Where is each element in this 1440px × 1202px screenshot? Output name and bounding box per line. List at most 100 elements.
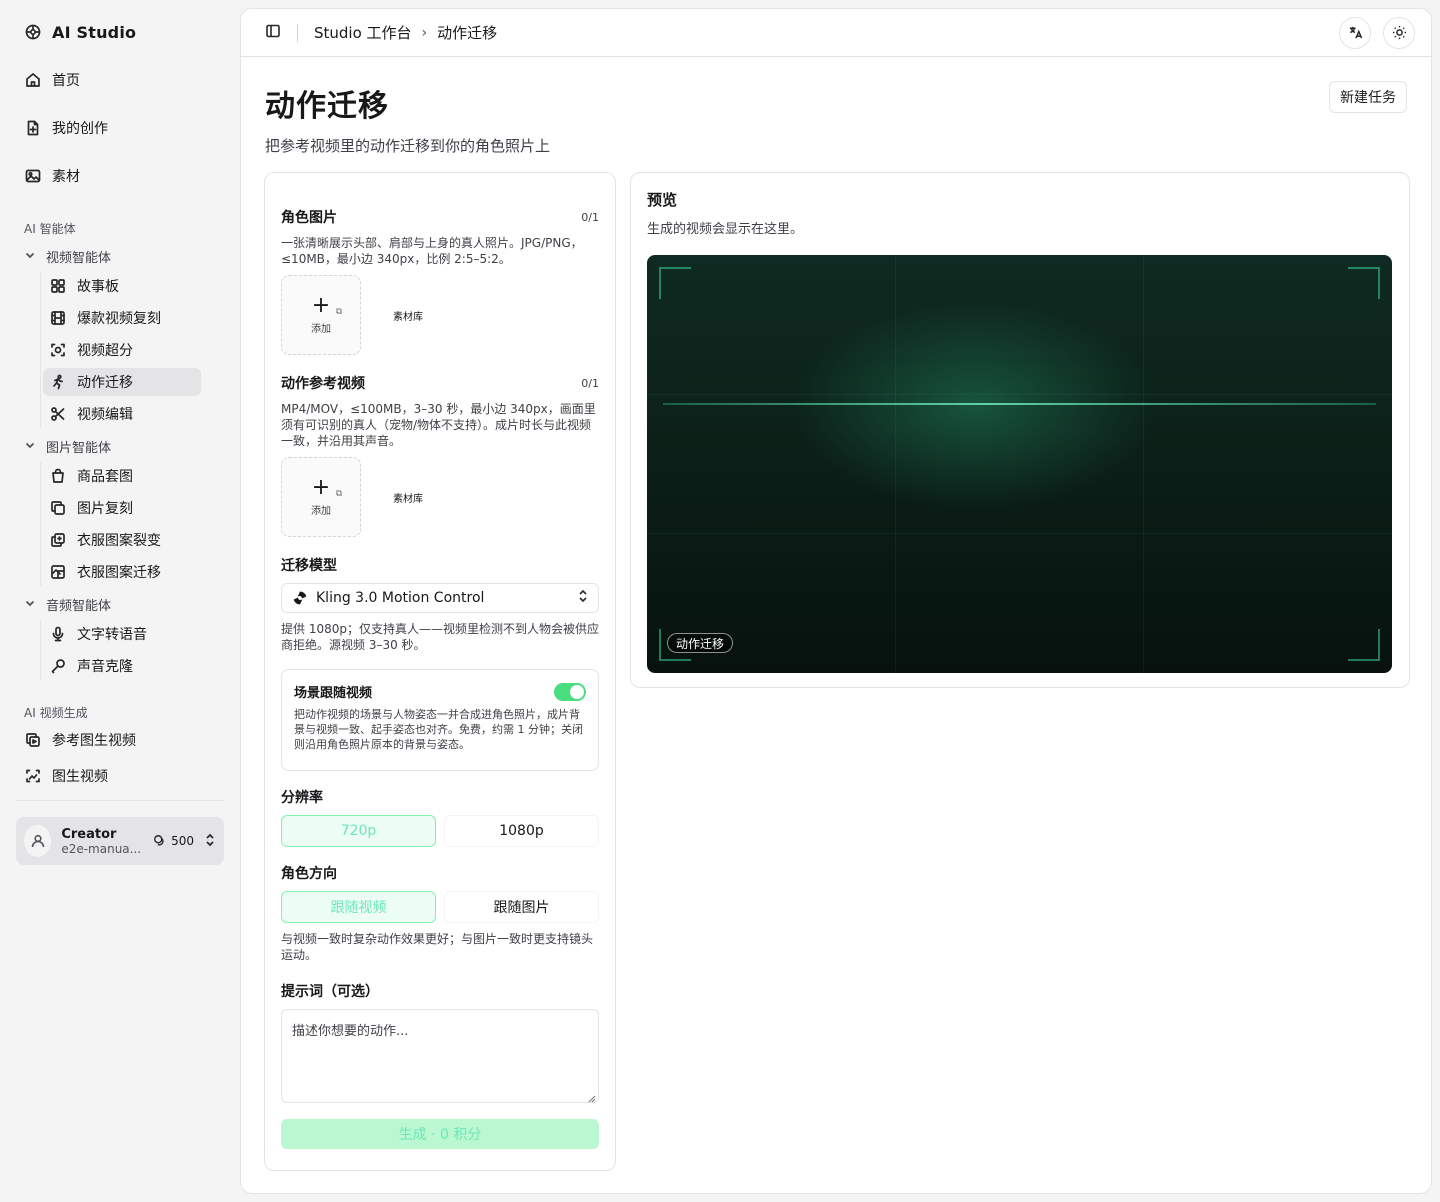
- credits: 500: [153, 834, 194, 848]
- scene-follow-label: 场景跟随视频: [294, 686, 373, 701]
- sidebar-item-label: 图片复刻: [77, 501, 133, 517]
- group-video-agents[interactable]: 视频智能体: [16, 242, 224, 270]
- prompt-placeholder: 描述你想要的动作...: [292, 1024, 409, 1039]
- reference-hint: MP4/MOV，≤100MB，3–30 秒，最小边 340px，画面里须有可识别…: [281, 402, 596, 448]
- sidebar-item-product-set[interactable]: 商品套图: [43, 462, 201, 490]
- resolution-1080p-button[interactable]: 1080p: [444, 815, 599, 847]
- prompt-input[interactable]: 描述你想要的动作...: [281, 1009, 599, 1103]
- image-icon: [24, 167, 42, 185]
- group-video-agents-label: 视频智能体: [46, 250, 112, 266]
- logo-icon: [24, 23, 42, 41]
- preview-stage: 动作迁移: [647, 255, 1392, 673]
- prompt-field-head: 提示词（可选）: [281, 981, 599, 1001]
- orientation-follow-image-button[interactable]: 跟随图片: [444, 891, 599, 923]
- model-field-head: 迁移模型: [281, 555, 599, 575]
- sidebar-item-viral-replicate[interactable]: 爆款视频复刻: [43, 304, 201, 332]
- scene-follow-desc: 把动作视频的场景与人物姿态一并合成进角色照片，成片背景与视频一致、起手姿态也对齐…: [294, 708, 583, 751]
- group-image-agents-label: 图片智能体: [46, 440, 112, 456]
- sun-icon: [1392, 25, 1406, 40]
- scissors-icon: [49, 405, 67, 423]
- page-subtitle: 把参考视频里的动作迁移到你的角色照片上: [265, 137, 551, 155]
- user-email: e2e-manua...: [61, 841, 142, 856]
- breadcrumb-separator: ›: [421, 24, 428, 41]
- user-menu[interactable]: Creator e2e-manua... 500: [16, 817, 224, 865]
- chevron-down-icon: [24, 439, 38, 453]
- resolution-field-head: 分辨率: [281, 787, 599, 807]
- sidebar-item-image-replicate[interactable]: 图片复刻: [43, 494, 201, 522]
- resize-handle-icon[interactable]: [588, 1092, 596, 1103]
- sidebar-item-motion-transfer[interactable]: 动作迁移: [43, 368, 201, 396]
- voice-clone-icon: [49, 657, 67, 675]
- resolution-label: 分辨率: [281, 790, 323, 806]
- chevron-updown-icon: [578, 589, 588, 607]
- character-upload-button[interactable]: + ⧉ 添加: [281, 275, 361, 355]
- preview-title: 预览: [647, 191, 678, 209]
- grid-line: [647, 394, 1392, 395]
- microphone-icon: [49, 625, 67, 643]
- character-library-link[interactable]: 素材库: [393, 308, 423, 323]
- credits-value: 500: [171, 834, 194, 848]
- avatar: [24, 825, 52, 857]
- nav-my-creations[interactable]: 我的创作: [16, 108, 224, 148]
- group-image-agents[interactable]: 图片智能体: [16, 432, 224, 460]
- theme-toggle-button[interactable]: [1383, 16, 1415, 49]
- orientation-hint: 与视频一致时复杂动作效果更好；与图片一致时更支持镜头运动。: [281, 932, 594, 962]
- user-name: Creator: [61, 826, 117, 842]
- sidebar-toggle-icon[interactable]: [265, 23, 281, 43]
- sidebar-item-pattern-transfer[interactable]: 衣服图案迁移: [43, 558, 201, 586]
- topbar-divider: [297, 23, 298, 42]
- language-button[interactable]: [1339, 16, 1371, 49]
- character-hint: 一张清晰展示头部、肩部与上身的真人照片。JPG/PNG，≤10MB，最小边 34…: [281, 236, 583, 266]
- sidebar-item-tts[interactable]: 文字转语音: [43, 620, 201, 648]
- nav-assets[interactable]: 素材: [16, 156, 224, 196]
- nav-assets-label: 素材: [52, 169, 80, 185]
- orientation-label: 角色方向: [281, 866, 337, 882]
- corner-bracket: [1348, 629, 1380, 661]
- scan-icon: [49, 341, 67, 359]
- nav-ref-image-to-video[interactable]: 参考图生视频: [16, 722, 224, 758]
- shopping-bag-icon: [49, 467, 67, 485]
- sidebar-item-video-edit[interactable]: 视频编辑: [43, 400, 201, 428]
- nav-image-to-video[interactable]: 图生视频: [16, 758, 224, 794]
- sidebar-item-storyboard[interactable]: 故事板: [43, 272, 201, 300]
- focus-icon: [24, 767, 42, 785]
- coins-icon: [154, 835, 164, 846]
- main-panel: Studio 工作台 › 动作迁移 动作迁移 把参考视频里的动作迁移到你的角色照…: [240, 8, 1432, 1194]
- nav-image-to-video-label: 图生视频: [52, 769, 108, 785]
- orientation-follow-video-button[interactable]: 跟随视频: [281, 891, 436, 923]
- sidebar-item-label: 故事板: [77, 279, 119, 295]
- reference-library-link[interactable]: 素材库: [393, 490, 423, 505]
- home-icon: [24, 71, 42, 89]
- scene-follow-toggle[interactable]: [554, 682, 586, 701]
- sidebar-item-label: 动作迁移: [77, 375, 133, 391]
- reference-field-head: 动作参考视频 0/1: [281, 373, 599, 393]
- reference-upload-button[interactable]: + ⧉ 添加: [281, 457, 361, 537]
- group-audio-agents[interactable]: 音频智能体: [16, 590, 224, 618]
- character-label: 角色图片: [281, 210, 337, 226]
- brand[interactable]: AI Studio: [16, 12, 224, 52]
- preview-tag: 动作迁移: [667, 633, 734, 653]
- breadcrumb-root[interactable]: Studio 工作台: [314, 22, 412, 43]
- sidebar-item-upscale[interactable]: 视频超分: [43, 336, 201, 364]
- model-select[interactable]: Kling 3.0 Motion Control: [281, 583, 599, 613]
- sidebar-item-voice-clone[interactable]: 声音克隆: [43, 652, 201, 680]
- character-count: 0/1: [581, 210, 599, 224]
- model-value: Kling 3.0 Motion Control: [316, 590, 485, 606]
- chevron-updown-icon: [204, 832, 216, 851]
- character-upload-label: 添加: [311, 323, 331, 335]
- nav-home[interactable]: 首页: [16, 60, 224, 100]
- model-hint: 提供 1080p；仅支持真人——视频里检测不到人物会被供应商拒绝。源视频 3–3…: [281, 622, 599, 652]
- sidebar-item-pattern-variation[interactable]: 衣服图案裂变: [43, 526, 201, 554]
- sidebar: AI Studio 首页 我的创作 素材 AI 智能体 视频智能体 故事板 爆款…: [0, 0, 240, 1202]
- prompt-label: 提示词（可选）: [281, 984, 379, 1000]
- transfer-icon: [49, 563, 67, 581]
- model-label: 迁移模型: [281, 558, 337, 574]
- plus-icon: + ⧉: [311, 474, 343, 500]
- page-title: 动作迁移: [265, 89, 389, 124]
- group-video-agents-items: 故事板 爆款视频复刻 视频超分 动作迁移 视频编辑: [40, 272, 224, 428]
- topbar: Studio 工作台 › 动作迁移: [241, 9, 1431, 57]
- resolution-720p-button[interactable]: 720p: [281, 815, 436, 847]
- new-task-button[interactable]: 新建任务: [1329, 81, 1407, 113]
- grid-line: [1143, 255, 1144, 673]
- generate-button[interactable]: 生成 · 0 积分: [281, 1119, 599, 1149]
